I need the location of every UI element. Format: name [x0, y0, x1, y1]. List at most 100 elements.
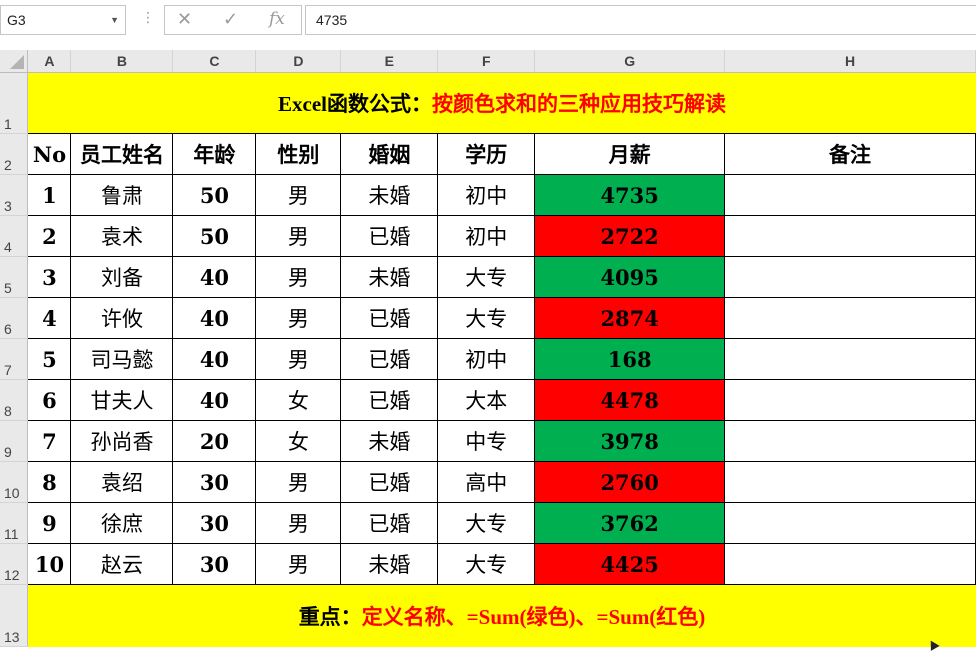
header-cell-age[interactable]: 年龄	[172, 133, 257, 175]
cell-note[interactable]	[724, 174, 976, 216]
cell-education[interactable]: 高中	[437, 461, 536, 503]
cell-education[interactable]: 初中	[437, 174, 536, 216]
cell-marriage[interactable]: 未婚	[340, 174, 439, 216]
column-header-h[interactable]: H	[724, 50, 976, 73]
row-header[interactable]: 10	[0, 461, 29, 503]
cell-marriage[interactable]: 未婚	[340, 420, 439, 462]
chevron-down-icon[interactable]: ▼	[110, 6, 119, 34]
cell-salary[interactable]: 4478	[534, 379, 726, 421]
cell-gender[interactable]: 男	[255, 297, 342, 339]
column-header-a[interactable]: A	[27, 50, 72, 73]
cell-gender[interactable]: 女	[255, 420, 342, 462]
cell-marriage[interactable]: 未婚	[340, 256, 439, 298]
row-header[interactable]: 11	[0, 502, 29, 544]
cell-gender[interactable]: 男	[255, 338, 342, 380]
cell-note[interactable]	[724, 338, 976, 380]
cell-no[interactable]: 8	[27, 461, 72, 503]
cell-age[interactable]: 40	[172, 256, 257, 298]
cell-education[interactable]: 初中	[437, 338, 536, 380]
cell-gender[interactable]: 男	[255, 215, 342, 257]
name-box[interactable]: G3 ▼	[0, 5, 126, 35]
cell-age[interactable]: 40	[172, 338, 257, 380]
cell-gender[interactable]: 男	[255, 256, 342, 298]
cell-education[interactable]: 初中	[437, 215, 536, 257]
cell-gender[interactable]: 男	[255, 502, 342, 544]
insert-function-icon[interactable]: fx	[269, 9, 285, 29]
row-header[interactable]: 2	[0, 133, 29, 175]
column-header-e[interactable]: E	[340, 50, 439, 73]
cell-no[interactable]: 5	[27, 338, 72, 380]
cell-education[interactable]: 中专	[437, 420, 536, 462]
cell-name[interactable]: 赵云	[70, 543, 174, 585]
cell-name[interactable]: 鲁肃	[70, 174, 174, 216]
row-header[interactable]: 1	[0, 72, 29, 134]
cancel-icon[interactable]: ✕	[177, 9, 192, 30]
header-cell-marriage[interactable]: 婚姻	[340, 133, 439, 175]
cell-name[interactable]: 袁绍	[70, 461, 174, 503]
cell-note[interactable]	[724, 379, 976, 421]
row-header[interactable]: 7	[0, 338, 29, 380]
cell-note[interactable]	[724, 543, 976, 585]
enter-icon[interactable]: ✓	[223, 9, 238, 30]
row-header[interactable]: 12	[0, 543, 29, 585]
column-header-g[interactable]: G	[534, 50, 726, 73]
cell-age[interactable]: 50	[172, 174, 257, 216]
cell-no[interactable]: 9	[27, 502, 72, 544]
cell-name[interactable]: 徐庶	[70, 502, 174, 544]
cell-note[interactable]	[724, 420, 976, 462]
cell-salary[interactable]: 168	[534, 338, 726, 380]
header-cell-note[interactable]: 备注	[724, 133, 976, 175]
cell-name[interactable]: 孙尚香	[70, 420, 174, 462]
row-header[interactable]: 5	[0, 256, 29, 298]
column-header-c[interactable]: C	[172, 50, 257, 73]
cell-gender[interactable]: 男	[255, 461, 342, 503]
cell-name[interactable]: 刘备	[70, 256, 174, 298]
cell-age[interactable]: 50	[172, 215, 257, 257]
cell-age[interactable]: 20	[172, 420, 257, 462]
cell-marriage[interactable]: 已婚	[340, 338, 439, 380]
cell-salary[interactable]: 3762	[534, 502, 726, 544]
header-cell-gender[interactable]: 性别	[255, 133, 342, 175]
row-header[interactable]: 6	[0, 297, 29, 339]
cell-gender[interactable]: 男	[255, 543, 342, 585]
cell-no[interactable]: 4	[27, 297, 72, 339]
cell-note[interactable]	[724, 461, 976, 503]
cell-name[interactable]: 甘夫人	[70, 379, 174, 421]
cell-gender[interactable]: 女	[255, 379, 342, 421]
cell-no[interactable]: 3	[27, 256, 72, 298]
cell-no[interactable]: 10	[27, 543, 72, 585]
header-cell-no[interactable]: No	[27, 133, 72, 175]
row-header[interactable]: 3	[0, 174, 29, 216]
cell-name[interactable]: 袁术	[70, 215, 174, 257]
cell-note[interactable]	[724, 215, 976, 257]
cell-age[interactable]: 30	[172, 502, 257, 544]
select-all-corner[interactable]	[0, 50, 29, 73]
cell-salary[interactable]: 4425	[534, 543, 726, 585]
column-header-d[interactable]: D	[255, 50, 342, 73]
cell-age[interactable]: 30	[172, 461, 257, 503]
cell-gender[interactable]: 男	[255, 174, 342, 216]
row-header[interactable]: 13	[0, 584, 29, 647]
cell-no[interactable]: 1	[27, 174, 72, 216]
drag-handle-icon[interactable]: ⋮	[141, 10, 155, 26]
cell-note[interactable]	[724, 256, 976, 298]
cell-no[interactable]: 6	[27, 379, 72, 421]
cell-education[interactable]: 大专	[437, 543, 536, 585]
footer-note-cell[interactable]: 重点：定义名称、=Sum(绿色)、=Sum(红色)	[27, 584, 976, 647]
title-cell[interactable]: Excel函数公式：按颜色求和的三种应用技巧解读	[27, 72, 976, 134]
cell-no[interactable]: 7	[27, 420, 72, 462]
cell-marriage[interactable]: 已婚	[340, 379, 439, 421]
cell-education[interactable]: 大专	[437, 502, 536, 544]
cell-name[interactable]: 许攸	[70, 297, 174, 339]
cell-marriage[interactable]: 已婚	[340, 461, 439, 503]
row-header[interactable]: 4	[0, 215, 29, 257]
cell-marriage[interactable]: 未婚	[340, 543, 439, 585]
column-header-b[interactable]: B	[70, 50, 174, 73]
cell-note[interactable]	[724, 297, 976, 339]
cell-note[interactable]	[724, 502, 976, 544]
cell-salary[interactable]: 2722	[534, 215, 726, 257]
cell-education[interactable]: 大本	[437, 379, 536, 421]
row-header[interactable]: 8	[0, 379, 29, 421]
cell-age[interactable]: 40	[172, 379, 257, 421]
cell-salary[interactable]: 2760	[534, 461, 726, 503]
